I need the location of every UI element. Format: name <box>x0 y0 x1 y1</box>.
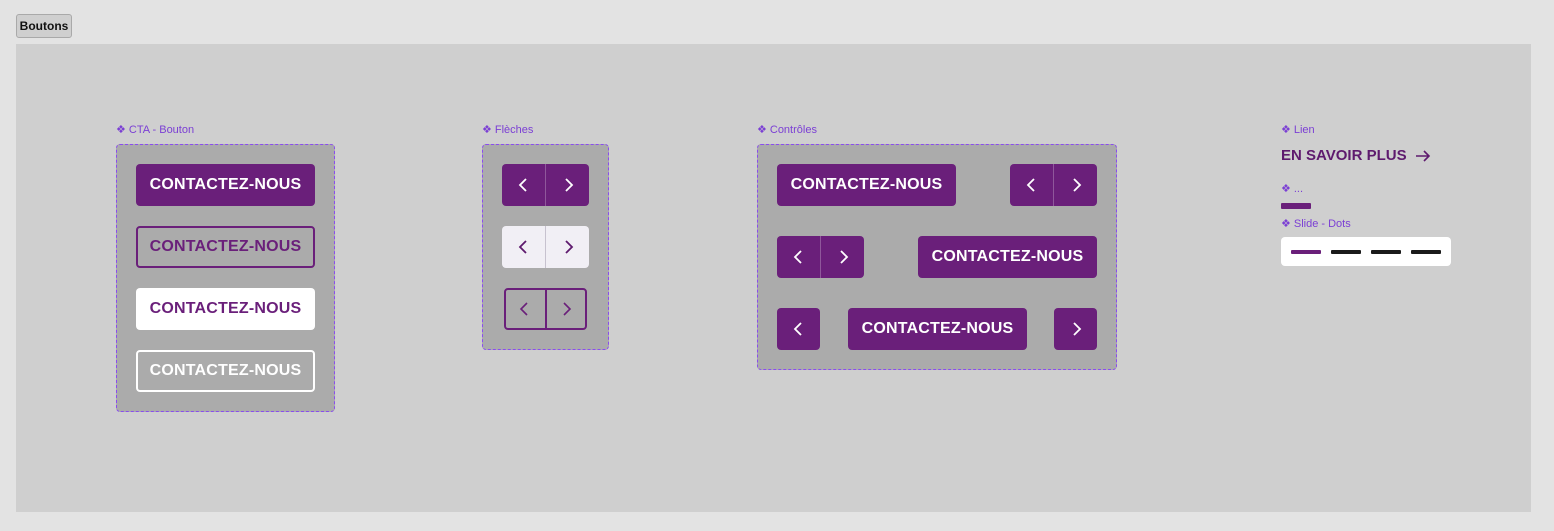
learn-more-link-text: EN SAVOIR PLUS <box>1281 147 1407 164</box>
line-component-label[interactable]: ❖... <box>1281 183 1303 196</box>
arrow-group-light <box>502 226 589 268</box>
controls-label-text: Contrôles <box>769 124 817 136</box>
controls-component[interactable]: CONTACTEZ-NOUS CONTACTEZ-NOUS CONTACTEZ-… <box>757 144 1117 370</box>
chevron-right-icon <box>839 250 848 264</box>
link-component-label[interactable]: ❖ Lien <box>1281 124 1315 137</box>
prev-button[interactable] <box>777 236 820 278</box>
line-indicator[interactable] <box>1281 203 1311 209</box>
arrow-group-outline <box>504 288 587 330</box>
arrows-label-text: Flèches <box>494 124 534 136</box>
component-icon: ❖ <box>1281 183 1291 195</box>
link-label-text: Lien <box>1293 124 1315 136</box>
contact-button-primary[interactable]: CONTACTEZ-NOUS <box>136 164 315 206</box>
slide-dot[interactable] <box>1411 250 1441 254</box>
contact-button-white[interactable]: CONTACTEZ-NOUS <box>136 288 315 330</box>
slide-dots-component-label[interactable]: ❖ Slide - Dots <box>1281 218 1351 231</box>
cta-button-component[interactable]: CONTACTEZ-NOUS CONTACTEZ-NOUS CONTACTEZ-… <box>116 144 335 412</box>
slide-dot[interactable] <box>1331 250 1361 254</box>
next-button[interactable] <box>545 164 589 206</box>
next-button[interactable] <box>544 290 586 328</box>
arrow-group-primary <box>777 236 864 278</box>
slide-dot[interactable] <box>1371 250 1401 254</box>
chevron-left-icon <box>518 178 527 192</box>
contact-button[interactable]: CONTACTEZ-NOUS <box>777 164 956 206</box>
prev-button[interactable] <box>506 290 545 328</box>
cta-button-label-text: CTA - Bouton <box>128 124 195 136</box>
arrow-right-icon <box>1415 149 1430 162</box>
line-label-text: ... <box>1293 183 1304 195</box>
prev-button[interactable] <box>502 164 545 206</box>
prev-button[interactable] <box>1010 164 1053 206</box>
slide-dots-label-text: Slide - Dots <box>1293 218 1351 230</box>
chevron-left-icon <box>518 240 527 254</box>
chevron-left-icon <box>793 250 802 264</box>
controls-component-label[interactable]: ❖ Contrôles <box>757 124 817 137</box>
chevron-right-icon <box>563 302 571 316</box>
arrows-component-label[interactable]: ❖ Flèches <box>482 124 533 137</box>
chevron-right-icon <box>564 178 573 192</box>
contact-button[interactable]: CONTACTEZ-NOUS <box>918 236 1097 278</box>
contact-button-ghost[interactable]: CONTACTEZ-NOUS <box>136 350 315 392</box>
next-button[interactable] <box>1053 164 1097 206</box>
prev-button[interactable] <box>502 226 545 268</box>
chevron-right-icon <box>1072 322 1081 336</box>
next-button[interactable] <box>820 236 864 278</box>
next-button[interactable] <box>1054 308 1097 350</box>
arrow-group-primary <box>502 164 589 206</box>
slide-dot-active[interactable] <box>1291 250 1321 254</box>
component-icon: ❖ <box>482 124 492 136</box>
chevron-left-icon <box>1026 178 1035 192</box>
component-icon: ❖ <box>1281 218 1291 230</box>
component-icon: ❖ <box>757 124 767 136</box>
component-icon: ❖ <box>116 124 126 136</box>
contact-button[interactable]: CONTACTEZ-NOUS <box>848 308 1027 350</box>
cta-button-component-label[interactable]: ❖ CTA - Bouton <box>116 124 194 137</box>
slide-dots <box>1281 237 1451 266</box>
chevron-left-icon <box>793 322 802 336</box>
chevron-right-icon <box>564 240 573 254</box>
prev-button[interactable] <box>777 308 820 350</box>
arrows-component[interactable] <box>482 144 609 350</box>
next-button[interactable] <box>545 226 589 268</box>
learn-more-link[interactable]: EN SAVOIR PLUS <box>1281 147 1431 164</box>
arrow-group-primary <box>1010 164 1097 206</box>
contact-button-outline[interactable]: CONTACTEZ-NOUS <box>136 226 315 268</box>
component-icon: ❖ <box>1281 124 1291 136</box>
chevron-right-icon <box>1072 178 1081 192</box>
chevron-left-icon <box>520 302 528 316</box>
canvas: ❖ CTA - Bouton CONTACTEZ-NOUS CONTACTEZ-N… <box>16 44 1531 512</box>
frame-tag-boutons[interactable]: Boutons <box>16 14 72 38</box>
